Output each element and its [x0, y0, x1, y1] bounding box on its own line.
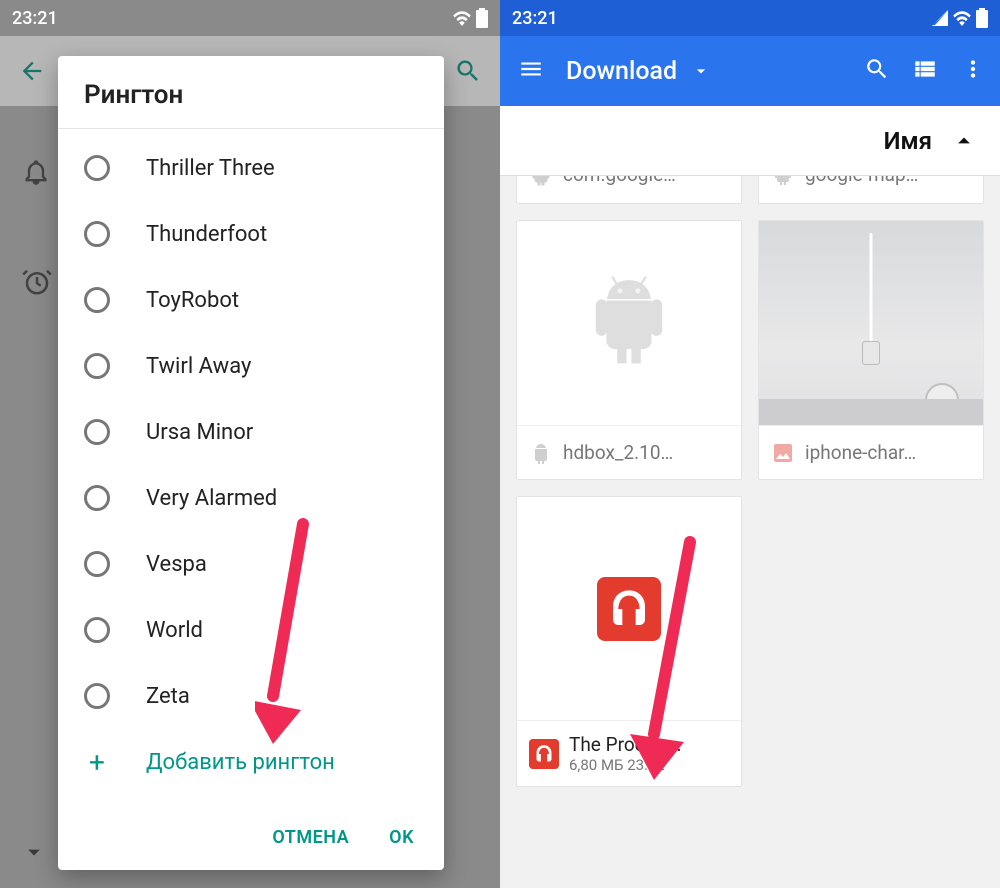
- left-phone-screen: 23:21 Рингтон Thriller Three Thunderfoot…: [0, 0, 500, 888]
- file-meta: 6,80 МБ 23:02: [569, 756, 681, 774]
- hamburger-menu-icon[interactable]: [518, 56, 544, 86]
- wifi-icon: [952, 10, 972, 26]
- ringtone-option[interactable]: World: [58, 597, 444, 663]
- ringtone-label: ToyRobot: [146, 288, 239, 313]
- radio-icon: [84, 287, 110, 313]
- file-name: com.google…: [563, 176, 676, 186]
- overflow-menu-button[interactable]: [960, 56, 986, 86]
- ringtone-option[interactable]: Ursa Minor: [58, 399, 444, 465]
- signal-triangle-icon: [932, 10, 948, 26]
- ringtone-option[interactable]: Twirl Away: [58, 333, 444, 399]
- dialog-title: Рингтон: [58, 56, 444, 129]
- ringtone-label: Vespa: [146, 552, 207, 577]
- radio-icon: [84, 551, 110, 577]
- ringtone-label: Ursa Minor: [146, 420, 253, 445]
- add-ringtone-button[interactable]: + Добавить рингтон: [58, 729, 444, 795]
- image-icon: [771, 441, 795, 465]
- status-bar: 23:21: [500, 0, 1000, 36]
- cancel-button[interactable]: ОТМЕНА: [272, 827, 349, 848]
- add-ringtone-label: Добавить рингтон: [146, 750, 335, 775]
- ringtone-list[interactable]: Thriller Three Thunderfoot ToyRobot Twir…: [58, 129, 444, 805]
- view-list-button[interactable]: [912, 56, 938, 86]
- radio-icon: [84, 485, 110, 511]
- ringtone-label: Zeta: [146, 684, 190, 709]
- ringtone-label: Thunderfoot: [146, 222, 267, 247]
- sort-header[interactable]: Имя: [500, 106, 1000, 176]
- file-thumbnail: [517, 221, 741, 425]
- back-arrow-icon: [18, 57, 46, 85]
- ringtone-option[interactable]: ToyRobot: [58, 267, 444, 333]
- ringtone-label: Thriller Three: [146, 156, 275, 181]
- battery-icon: [476, 8, 488, 28]
- ringtone-label: Twirl Away: [146, 354, 251, 379]
- radio-icon: [84, 419, 110, 445]
- file-tile[interactable]: The Prodigy… 6,80 МБ 23:02: [516, 496, 742, 787]
- status-time: 23:21: [512, 8, 558, 29]
- alarm-clock-icon: [22, 267, 52, 297]
- search-icon: [454, 57, 482, 85]
- status-icons: [932, 8, 988, 28]
- ringtone-option[interactable]: Vespa: [58, 531, 444, 597]
- status-icons: [452, 8, 488, 28]
- more-vert-icon: [960, 56, 986, 82]
- battery-icon: [976, 8, 988, 28]
- status-time: 23:21: [12, 8, 58, 29]
- ringtone-label: World: [146, 618, 203, 643]
- ringtone-option[interactable]: Thriller Three: [58, 135, 444, 201]
- file-thumbnail: [517, 497, 741, 720]
- wifi-icon: [452, 10, 472, 26]
- file-tile[interactable]: google-map…: [758, 176, 984, 204]
- android-icon: [771, 176, 795, 186]
- file-name: hdbox_2.10…: [563, 441, 673, 464]
- file-tile[interactable]: hdbox_2.10…: [516, 220, 742, 480]
- ok-button[interactable]: OK: [389, 827, 414, 848]
- radio-icon: [84, 221, 110, 247]
- chevron-down-icon: [20, 838, 48, 870]
- sort-label: Имя: [884, 127, 932, 155]
- bell-icon: [22, 158, 50, 186]
- file-name: The Prodigy…: [569, 733, 681, 756]
- search-button[interactable]: [864, 56, 890, 86]
- ringtone-option[interactable]: Thunderfoot: [58, 201, 444, 267]
- app-bar: Download: [500, 36, 1000, 106]
- ringtone-dialog: Рингтон Thriller Three Thunderfoot ToyRo…: [58, 56, 444, 870]
- music-app-icon: [597, 577, 661, 641]
- android-icon: [584, 273, 674, 373]
- file-tile[interactable]: com.google…: [516, 176, 742, 204]
- radio-icon: [84, 683, 110, 709]
- android-icon: [529, 441, 553, 465]
- file-thumbnail: [759, 221, 983, 425]
- view-list-icon: [912, 56, 938, 82]
- ringtone-option[interactable]: Very Alarmed: [58, 465, 444, 531]
- right-phone-screen: 23:21 Download Имя: [500, 0, 1000, 888]
- status-bar: 23:21: [0, 0, 500, 36]
- music-app-icon: [529, 739, 559, 769]
- radio-icon: [84, 617, 110, 643]
- search-icon: [864, 56, 890, 82]
- file-tile[interactable]: iphone-char…: [758, 220, 984, 480]
- file-name: iphone-char…: [805, 441, 916, 464]
- dialog-actions: ОТМЕНА OK: [58, 805, 444, 870]
- ringtone-label: Very Alarmed: [146, 486, 277, 511]
- appbar-title-dropdown[interactable]: Download: [566, 57, 711, 86]
- appbar-title-text: Download: [566, 57, 677, 86]
- chevron-down-icon: [691, 61, 711, 81]
- files-grid[interactable]: com.google… google-map… hdbox_2.10…: [500, 176, 1000, 888]
- radio-icon: [84, 353, 110, 379]
- radio-icon: [84, 155, 110, 181]
- ringtone-option[interactable]: Zeta: [58, 663, 444, 729]
- chevron-up-icon: [950, 127, 978, 155]
- plus-icon: +: [84, 746, 110, 779]
- file-name: google-map…: [805, 176, 918, 186]
- android-icon: [529, 176, 553, 186]
